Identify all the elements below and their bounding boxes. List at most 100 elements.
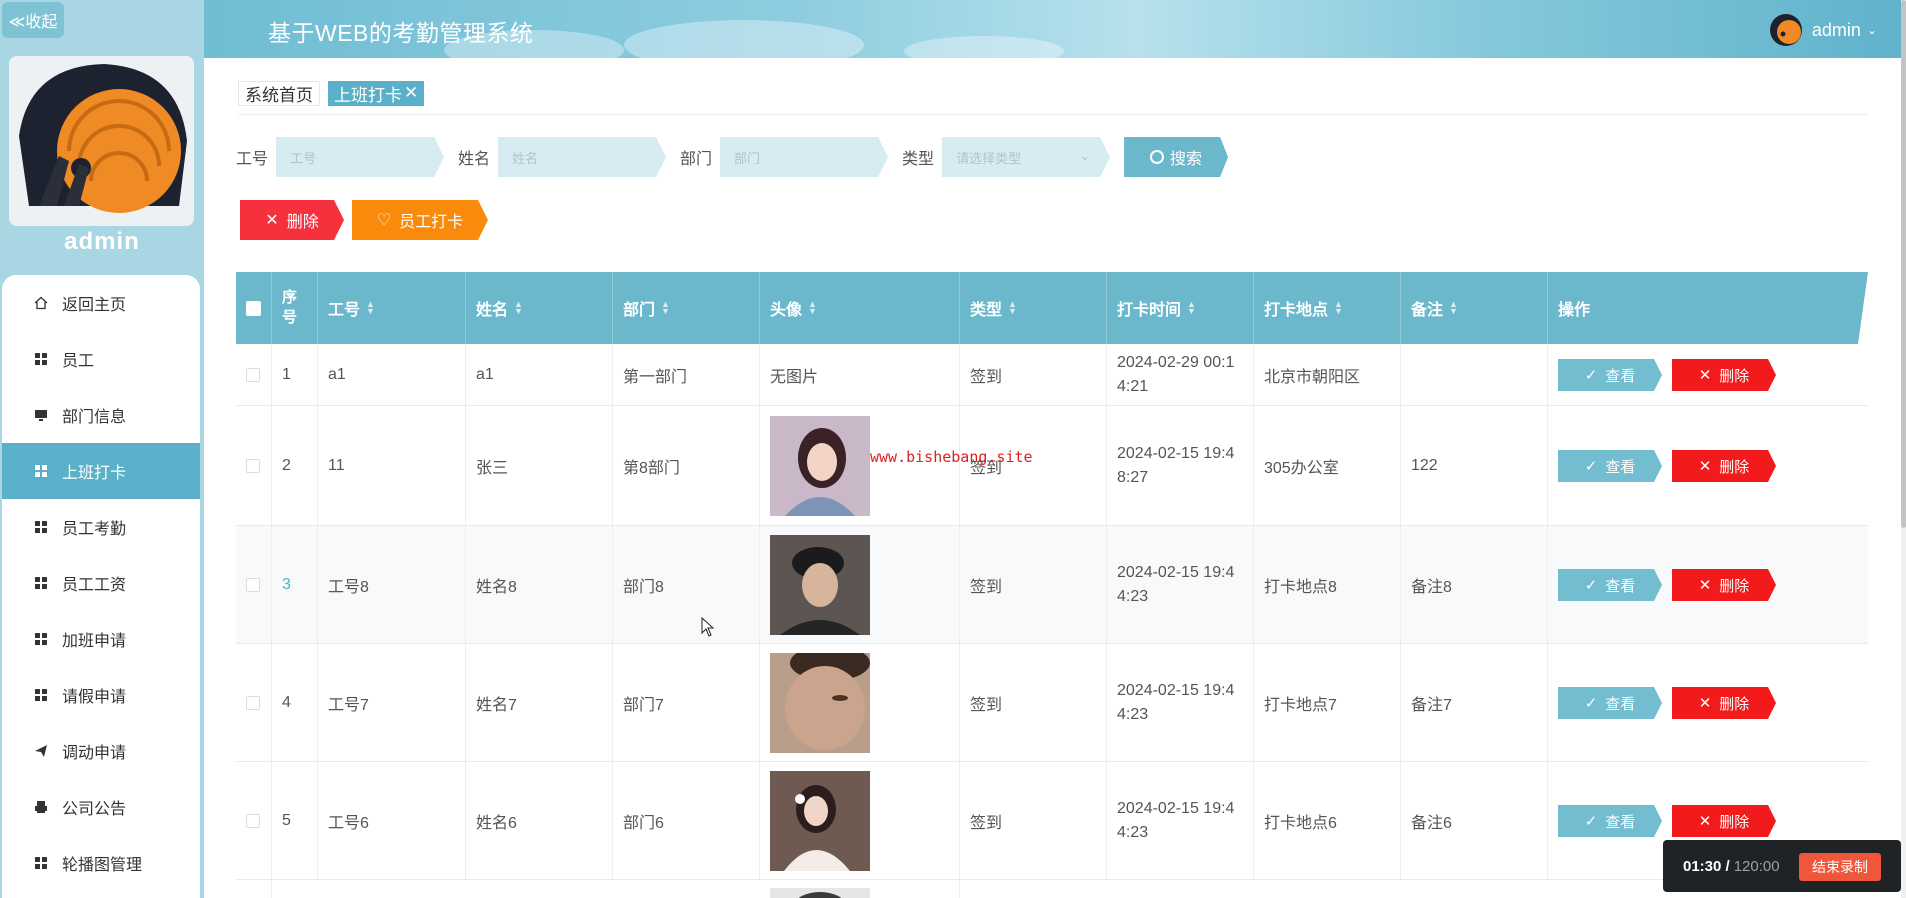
search-label-id: 工号 (236, 151, 269, 168)
delete-button[interactable]: ✕ 删除 (1672, 805, 1776, 837)
header-avatar (1769, 14, 1802, 46)
collapse-sidebar-button[interactable]: ≪收起 (2, 2, 64, 38)
grid-icon (34, 520, 48, 534)
header-dept-label: 部门 (623, 302, 656, 319)
grid-icon (34, 688, 48, 702)
cell-time: 2024-02-15 19:44:23 (1107, 762, 1254, 879)
sidebar-item-transfer[interactable]: 调动申请 (2, 723, 200, 779)
cell-type: 签到 (960, 344, 1107, 405)
view-button[interactable]: ✓ 查看 (1558, 687, 1662, 719)
view-label: 查看 (1605, 813, 1636, 831)
action-bar: ✕ 删除 ♡ 员工打卡 (240, 200, 496, 240)
type-select[interactable]: 请选择类型 ⌄ (942, 137, 1110, 177)
header-name[interactable]: 姓名 ▲ ▼ (466, 272, 613, 344)
cell-note: 备注8 (1401, 526, 1548, 643)
department-input[interactable]: 部门 (720, 137, 888, 177)
row-checkbox[interactable] (246, 695, 260, 710)
row-checkbox[interactable] (246, 813, 260, 828)
delete-button[interactable]: ✕ 删除 (1672, 359, 1776, 391)
close-icon[interactable]: ✕ (404, 83, 418, 103)
header-name-label: 姓名 (476, 302, 509, 319)
cell-avatar: 无图片 (760, 344, 960, 405)
row-checkbox[interactable] (246, 577, 260, 592)
employee-id-input[interactable]: 工号 (276, 137, 444, 177)
sidebar-item-label: 加班申请 (62, 633, 127, 650)
select-all-cell (236, 272, 272, 344)
delete-button[interactable]: ✕ 删除 (1672, 569, 1776, 601)
row-checkbox[interactable] (246, 458, 260, 473)
cell-ops: ✓ 查看 ✕ 删除 (1548, 344, 1868, 405)
stop-recording-button[interactable]: 结束录制 (1799, 853, 1881, 881)
grid-icon (34, 856, 48, 870)
select-all-checkbox[interactable] (246, 301, 261, 316)
header-id[interactable]: 工号 ▲ ▼ (318, 272, 466, 344)
sidebar-item-label: 员工工资 (62, 577, 127, 594)
tab-home[interactable]: 系统首页 (238, 80, 320, 106)
sidebar-item-salary[interactable]: 员工工资 (2, 555, 200, 611)
header-type[interactable]: 类型 ▲ ▼ (960, 272, 1107, 344)
batch-delete-button[interactable]: ✕ 删除 (240, 200, 344, 240)
row-select-cell (236, 526, 272, 643)
search-bar: 工号 工号 姓名 姓名 部门 部门 类型 请选择类型 ⌄ 搜索 (236, 137, 1228, 177)
sidebar-item-carousel[interactable]: 轮播图管理 (2, 835, 200, 891)
employee-punch-button[interactable]: ♡ 员工打卡 (352, 200, 488, 240)
grid-icon (34, 632, 48, 646)
header-username: admin (1811, 19, 1861, 40)
close-icon: ✕ (1698, 458, 1712, 475)
header-avatar[interactable]: 头像 ▲ ▼ (760, 272, 960, 344)
search-label-dept: 部门 (680, 151, 713, 168)
sort-icon: ▲ ▼ (1449, 299, 1458, 316)
employee-punch-label: 员工打卡 (399, 214, 464, 231)
delete-button[interactable]: ✕ 删除 (1672, 687, 1776, 719)
header-time[interactable]: 打卡时间 ▲ ▼ (1107, 272, 1254, 344)
cell-type: 签到 (960, 644, 1107, 761)
sidebar-item-clock-in[interactable]: 上班打卡 (2, 443, 200, 499)
table-row: 3 工号8 姓名8 部门8 签到 2024-02-15 19:44:23 打卡地… (236, 526, 1868, 644)
view-button[interactable]: ✓ 查看 (1558, 359, 1662, 391)
app-title: 基于WEB的考勤管理系统 (268, 20, 534, 46)
row-select-cell (236, 762, 272, 879)
view-label: 查看 (1605, 367, 1636, 385)
cell-avatar (760, 526, 960, 643)
row-checkbox[interactable] (246, 367, 260, 382)
top-header: 基于WEB的考勤管理系统 admin ⌄ (204, 0, 1901, 58)
avatar-photo (770, 652, 870, 753)
chevron-down-icon: ⌄ (1080, 149, 1091, 163)
home-icon (34, 296, 48, 310)
view-button[interactable]: ✓ 查看 (1558, 569, 1662, 601)
monitor-icon (34, 408, 48, 422)
sidebar-item-overtime[interactable]: 加班申请 (2, 611, 200, 667)
sidebar-item-label: 员工 (62, 353, 95, 370)
view-button[interactable]: ✓ 查看 (1558, 805, 1662, 837)
row-select-cell (236, 644, 272, 761)
scrollbar-thumb[interactable] (1901, 0, 1906, 528)
cell-dept: 部门6 (613, 762, 760, 879)
avatar-photo (770, 888, 870, 898)
grid-icon (34, 352, 48, 366)
sidebar-item-attendance[interactable]: 员工考勤 (2, 499, 200, 555)
check-icon: ✓ (1584, 695, 1598, 712)
table-row: 4 工号7 姓名7 部门7 签到 2024-02-15 19:44:23 打卡地… (236, 644, 1868, 762)
header-dept[interactable]: 部门 ▲ ▼ (613, 272, 760, 344)
delete-button[interactable]: ✕ 删除 (1672, 450, 1776, 482)
cell-place: 打卡地点7 (1254, 644, 1401, 761)
header-place[interactable]: 打卡地点 ▲ ▼ (1254, 272, 1401, 344)
cell-dept: 第一部门 (613, 344, 760, 405)
view-button[interactable]: ✓ 查看 (1558, 450, 1662, 482)
tab-clock-in[interactable]: 上班打卡 ✕ (328, 80, 425, 106)
cell-note (1401, 344, 1548, 405)
search-button[interactable]: 搜索 (1124, 137, 1228, 177)
table-row: 1 a1 a1 第一部门 无图片 签到 2024-02-29 00:14:21 … (236, 344, 1868, 406)
name-input[interactable]: 姓名 (498, 137, 666, 177)
sidebar-item-departments[interactable]: 部门信息 (2, 387, 200, 443)
records-table: 序号 工号 ▲ ▼ 姓名 ▲ ▼ 部门 ▲ ▼ 头像 ▲ ▼ 类型 ▲ ▼ 打卡时间 ▲ ▼ 打卡地点 ▲… (236, 272, 1868, 898)
search-label-type: 类型 (902, 151, 935, 168)
header-note[interactable]: 备注 ▲ ▼ (1401, 272, 1548, 344)
sidebar-item-home[interactable]: 返回主页 (2, 275, 200, 331)
sidebar-username: admin (64, 228, 140, 255)
sidebar-item-announcements[interactable]: 公司公告 (2, 779, 200, 835)
sidebar-item-leave[interactable]: 请假申请 (2, 667, 200, 723)
sidebar-item-employees[interactable]: 员工 (2, 331, 200, 387)
page-scrollbar[interactable] (1901, 0, 1906, 898)
user-menu[interactable]: admin ⌄ (1769, 14, 1877, 46)
